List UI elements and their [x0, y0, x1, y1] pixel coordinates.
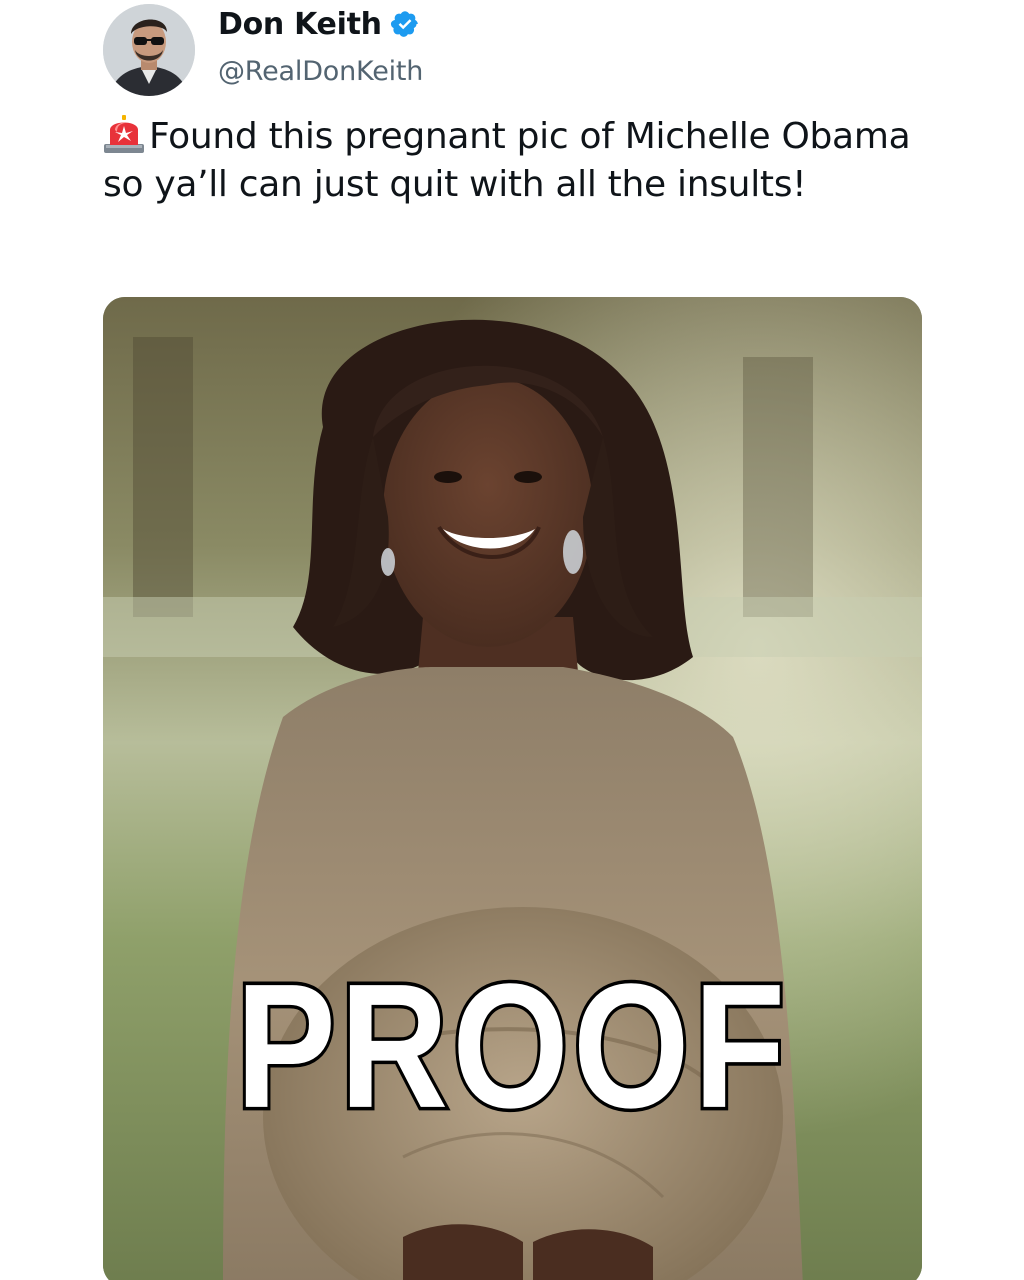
- avatar[interactable]: [103, 4, 195, 96]
- author-handle[interactable]: @RealDonKeith: [218, 56, 423, 87]
- police-siren-icon: [103, 115, 149, 157]
- tweet-text-block: Found this pregnant pic of Michelle Obam…: [103, 113, 923, 209]
- author-display-name[interactable]: Don Keith: [218, 7, 382, 42]
- verified-badge-icon: [390, 9, 420, 39]
- proof-caption: PROOF: [233, 946, 790, 1145]
- tweet: Don Keith @RealDonKeith Found this pregn…: [0, 0, 1024, 1280]
- tweet-text: Found this pregnant pic of Michelle Obam…: [103, 116, 911, 205]
- author-name-row[interactable]: Don Keith: [218, 2, 420, 46]
- tweet-media-image[interactable]: PROOF: [103, 297, 922, 1280]
